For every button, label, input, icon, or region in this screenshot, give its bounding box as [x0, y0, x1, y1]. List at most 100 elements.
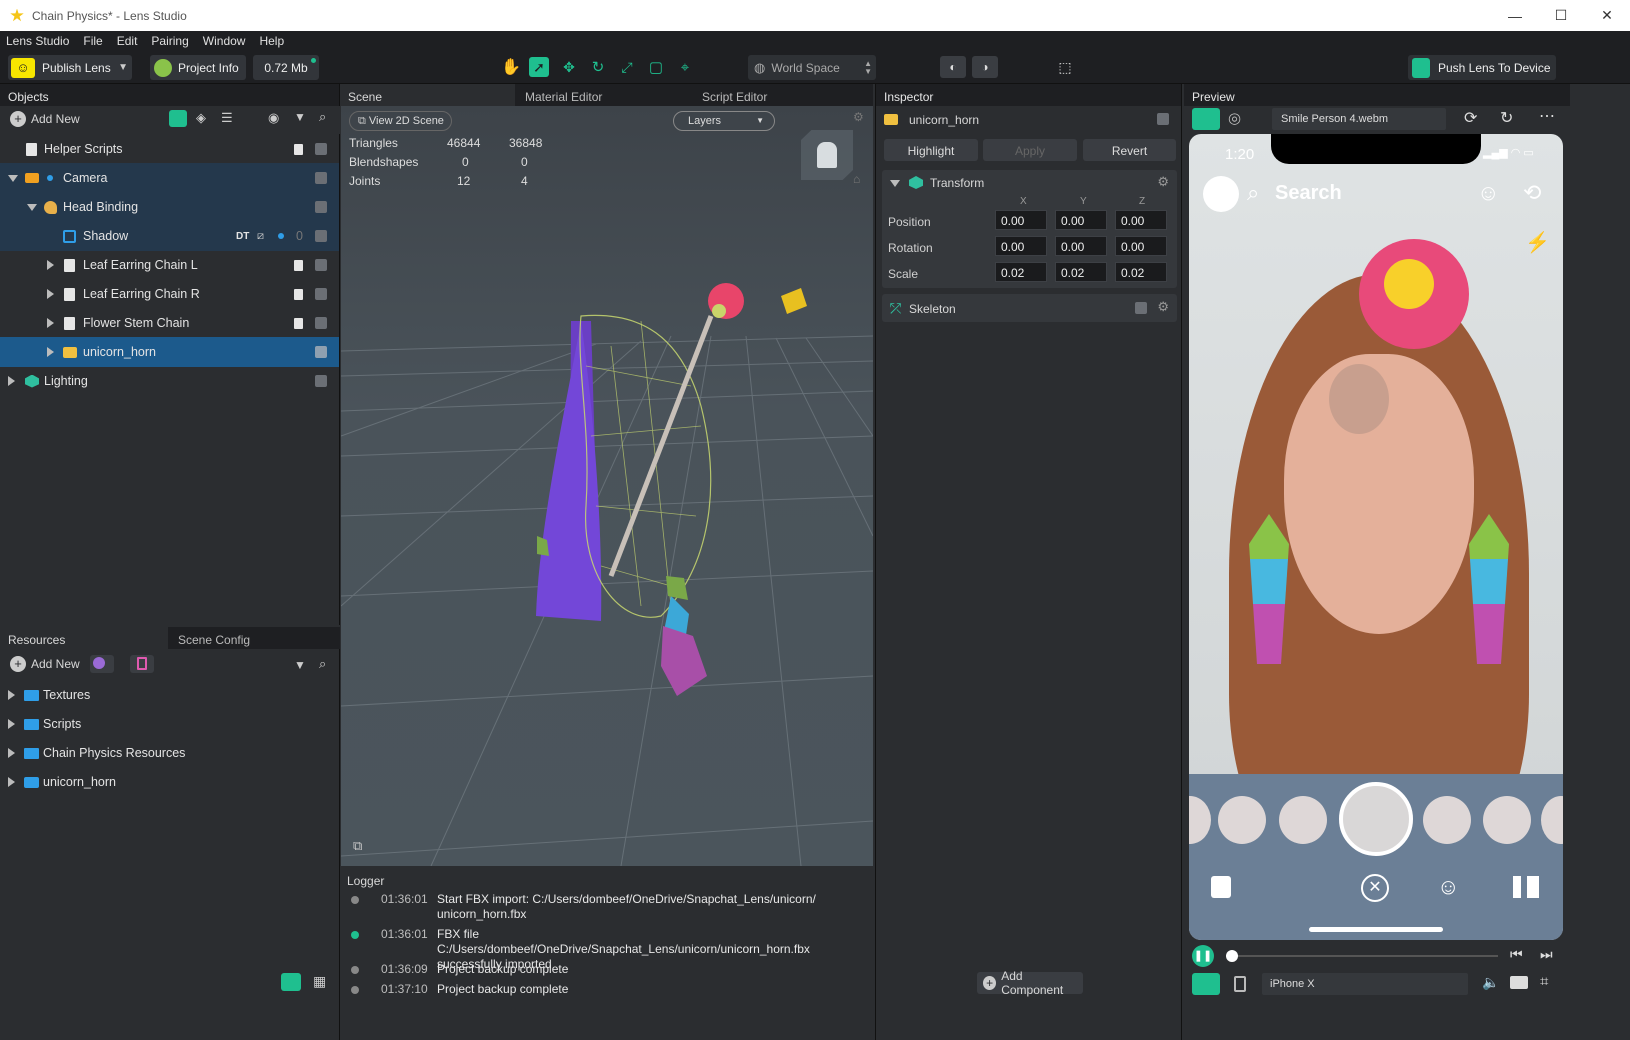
push-lens-to-device-button[interactable]: Push Lens To Device — [1408, 55, 1556, 80]
tab-script-editor[interactable]: Script Editor — [696, 84, 773, 104]
scene-viewport[interactable]: ⧉ View 2D Scene Layers ▼ Triangles 46844… — [341, 106, 873, 866]
tree-item-leaf-earring-chain-r[interactable]: Leaf Earring Chain R — [0, 279, 339, 309]
device-dropdown[interactable]: iPhone X — [1262, 973, 1468, 995]
pause-icon[interactable]: ❚❚ — [1192, 945, 1214, 967]
position-z-field[interactable]: 0.00 — [1115, 210, 1167, 230]
position-x-field[interactable]: 0.00 — [995, 210, 1047, 230]
snap-toggle-icon[interactable]: ◐ — [940, 56, 966, 78]
enabled-checkbox[interactable] — [315, 317, 327, 329]
expand-arrow-icon[interactable] — [47, 289, 54, 299]
enabled-checkbox[interactable] — [315, 346, 327, 358]
skip-forward-icon[interactable]: ⏭ — [1540, 946, 1553, 963]
log-entry[interactable]: 01:36:01 Start FBX import: C:/Users/domb… — [341, 892, 873, 926]
webcam-icon[interactable]: ◎ — [1228, 109, 1241, 127]
capture-button[interactable] — [1339, 782, 1413, 856]
list-view-icon[interactable] — [281, 973, 301, 991]
lens-carousel-item[interactable] — [1279, 796, 1327, 844]
layers-dropdown[interactable]: Layers ▼ — [673, 111, 775, 131]
pivot-toggle-icon[interactable]: ◑ — [972, 56, 998, 78]
add-new-resource-button[interactable]: + Add New — [10, 656, 80, 672]
menu-pairing[interactable]: Pairing — [151, 34, 188, 48]
enabled-checkbox[interactable] — [315, 375, 327, 387]
publish-lens-button[interactable]: ☺ Publish Lens ▼ — [8, 55, 132, 80]
expand-arrow-icon[interactable] — [47, 260, 54, 270]
menu-help[interactable]: Help — [259, 34, 284, 48]
move-tool-icon[interactable]: ✥ — [559, 57, 579, 77]
revert-button[interactable]: Revert — [1083, 139, 1176, 161]
scale-z-field[interactable]: 0.02 — [1115, 262, 1167, 282]
more-options-icon[interactable]: ⋯ — [1539, 106, 1555, 126]
preview-source-dropdown[interactable]: Smile Person 4.webm — [1272, 108, 1446, 130]
filter-icon[interactable]: ▼ — [294, 658, 306, 672]
profile-avatar[interactable] — [1203, 176, 1239, 212]
gizmo-settings-icon[interactable]: ⚙ — [853, 110, 864, 124]
apply-button[interactable]: Apply — [983, 139, 1077, 161]
layers-view-icon[interactable]: ◈ — [196, 110, 206, 126]
resource-chain-physics-resources[interactable]: Chain Physics Resources — [0, 738, 339, 768]
enabled-checkbox[interactable] — [315, 259, 327, 271]
view-2d-scene-button[interactable]: ⧉ View 2D Scene — [349, 111, 452, 131]
tree-item-lighting[interactable]: Lighting — [0, 366, 339, 396]
tree-item-helper-scripts[interactable]: Helper Scripts — [0, 134, 339, 164]
add-friend-icon[interactable]: ☺ — [1477, 180, 1499, 206]
capture-icon[interactable]: ⟳ — [1464, 108, 1477, 128]
shadow-toggle-icon[interactable]: ⧄ — [257, 230, 264, 243]
expand-arrow-icon[interactable] — [8, 690, 15, 700]
scale-y-field[interactable]: 0.02 — [1055, 262, 1107, 282]
settings-gear-icon[interactable]: ⚙ — [1157, 174, 1169, 190]
project-info-button[interactable]: Project Info — [150, 55, 246, 80]
tab-scene-config[interactable]: Scene Config — [170, 627, 258, 647]
expand-arrow-icon[interactable] — [8, 376, 15, 386]
hierarchy-view-icon[interactable] — [169, 110, 187, 127]
video-camera-icon[interactable] — [1510, 976, 1528, 989]
asset-library-icon[interactable] — [130, 655, 154, 673]
enabled-checkbox[interactable] — [315, 230, 327, 242]
expand-arrow-icon[interactable] — [27, 203, 37, 211]
lens-carousel-item[interactable] — [1483, 796, 1531, 844]
tab-material-editor[interactable]: Material Editor — [519, 84, 693, 104]
menu-lens-studio[interactable]: Lens Studio — [6, 34, 69, 48]
lens-explorer-icon[interactable]: ☺ — [1437, 874, 1459, 900]
close-lens-icon[interactable]: ✕ — [1361, 874, 1389, 902]
flash-icon[interactable]: ⚡ — [1525, 230, 1550, 255]
search-icon[interactable]: ⌕ — [319, 656, 326, 672]
minimize-button[interactable]: — — [1492, 0, 1538, 31]
resource-unicorn-horn[interactable]: unicorn_horn — [0, 767, 339, 797]
settings-gear-icon[interactable]: ⚙ — [1157, 299, 1169, 315]
menu-window[interactable]: Window — [203, 34, 246, 48]
expand-arrow-icon[interactable] — [8, 719, 15, 729]
log-entry[interactable]: 01:36:01 FBX file C:/Users/dombeef/OneDr… — [341, 927, 873, 971]
skeleton-component[interactable]: ⤱ Skeleton ⚙ — [882, 294, 1177, 322]
rotation-z-field[interactable]: 0.00 — [1115, 236, 1167, 256]
inspector-object-name[interactable]: unicorn_horn — [909, 113, 979, 127]
maximize-button[interactable]: ☐ — [1538, 0, 1584, 31]
search-icon[interactable]: ⌕ — [319, 109, 326, 125]
log-entry[interactable]: 01:37:10 Project backup complete — [341, 982, 873, 1000]
tab-scene[interactable]: Scene — [341, 84, 515, 106]
skeleton-enabled-checkbox[interactable] — [1135, 302, 1147, 314]
filter-icon[interactable]: ▼ — [294, 110, 306, 124]
lens-carousel-item[interactable] — [1423, 796, 1471, 844]
expand-arrow-icon[interactable] — [8, 748, 15, 758]
orientation-gizmo[interactable] — [801, 130, 853, 180]
playback-slider[interactable] — [1226, 950, 1498, 962]
enabled-checkbox[interactable] — [315, 172, 327, 184]
world-space-dropdown[interactable]: ◍ World Space ▲ ▼ — [748, 55, 876, 80]
enabled-checkbox[interactable] — [315, 143, 327, 155]
gizmo-home-icon[interactable]: ⌂ — [853, 172, 860, 186]
memories-icon[interactable] — [1211, 876, 1231, 898]
highlight-button[interactable]: Highlight — [884, 139, 978, 161]
volume-icon[interactable]: 🔈 — [1482, 974, 1499, 991]
tree-item-head-binding[interactable]: Head Binding — [0, 192, 339, 222]
add-new-object-button[interactable]: + Add New — [10, 111, 80, 127]
log-entry[interactable]: 01:36:09 Project backup complete — [341, 962, 873, 980]
menu-edit[interactable]: Edit — [117, 34, 138, 48]
rotation-x-field[interactable]: 0.00 — [995, 236, 1047, 256]
lens-carousel-item[interactable] — [1218, 796, 1266, 844]
sort-icon[interactable]: ☰ — [221, 110, 233, 126]
rotate-tool-icon[interactable]: ↻ — [588, 57, 608, 77]
resource-textures[interactable]: Textures — [0, 680, 339, 710]
tablet-device-icon[interactable] — [1234, 976, 1246, 992]
object-enabled-checkbox[interactable] — [1157, 113, 1169, 125]
menu-file[interactable]: File — [83, 34, 102, 48]
